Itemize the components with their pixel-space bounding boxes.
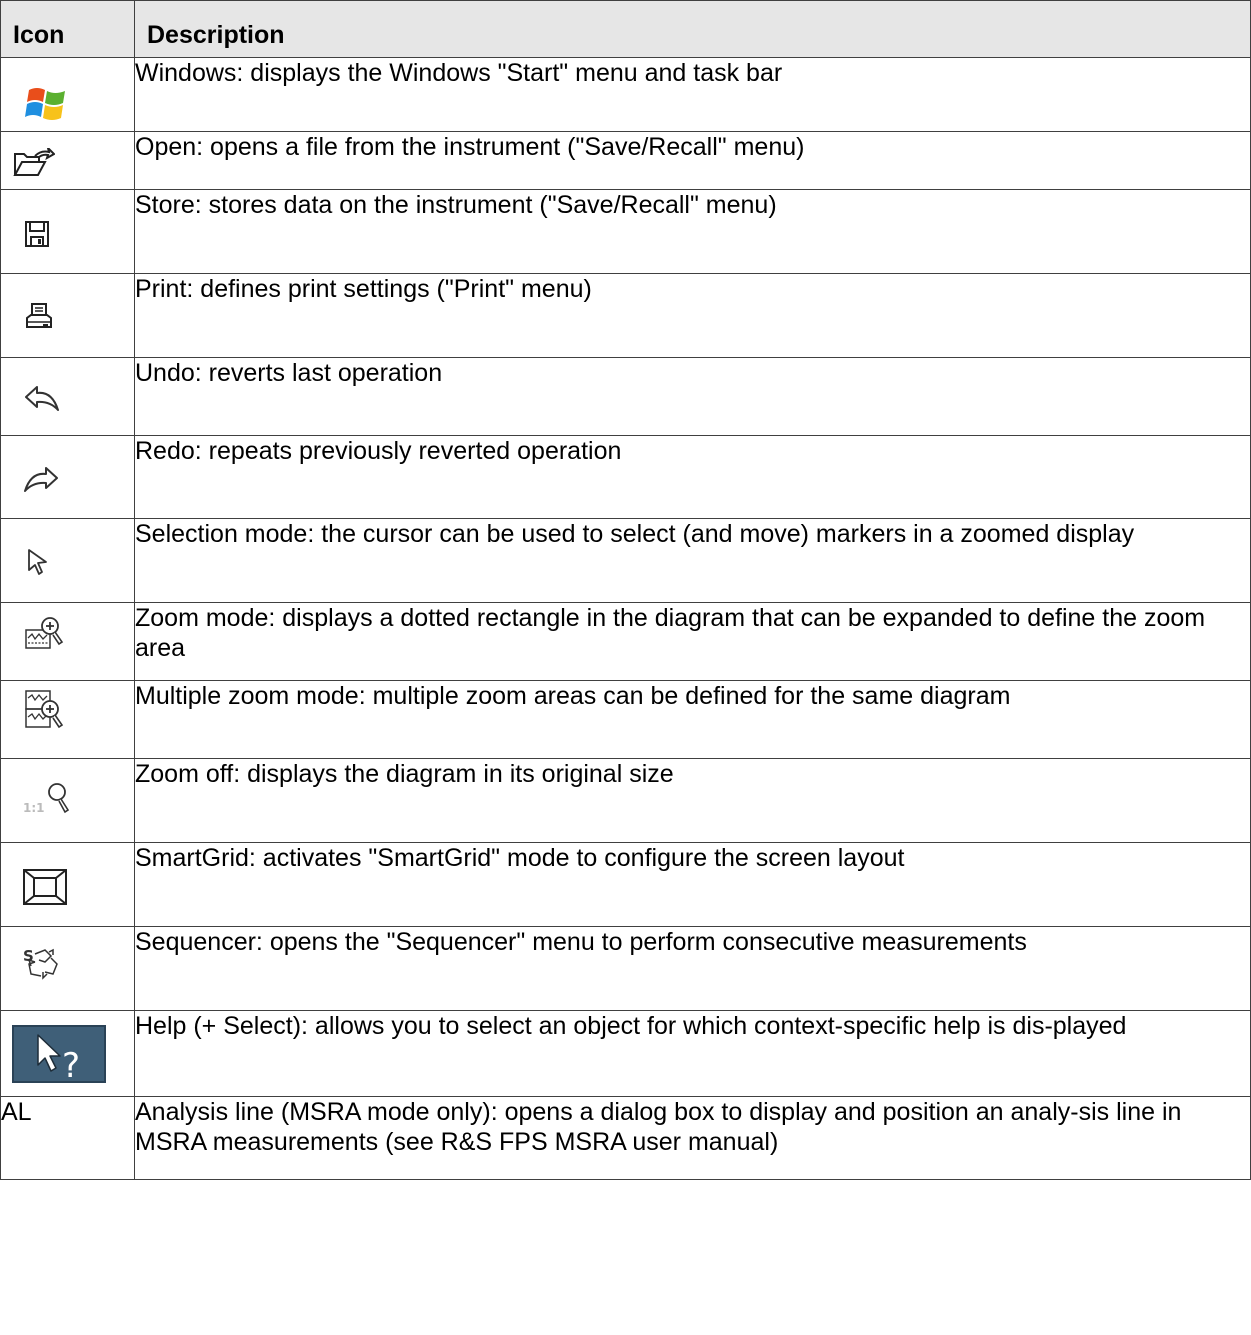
- table-row: ? Help (+ Select): allows you to select …: [0, 1010, 1251, 1097]
- open-folder-icon: [13, 148, 55, 178]
- help-select-icon: ?: [12, 1025, 106, 1083]
- icon-description-table: Icon Description Windows: displays the W…: [0, 0, 1251, 1180]
- row-description: Store: stores data on the instrument ("S…: [134, 189, 1251, 274]
- windows-logo-icon: [25, 82, 69, 126]
- icon-cell: [0, 518, 135, 603]
- row-description: SmartGrid: activates "SmartGrid" mode to…: [134, 842, 1251, 927]
- table-row: Zoom mode: displays a dotted rectangle i…: [0, 602, 1251, 681]
- icon-cell: 1:1: [0, 758, 135, 843]
- zoom-mode-icon: [25, 616, 65, 652]
- icon-cell: ?: [0, 1010, 135, 1097]
- icon-cell: [0, 680, 135, 759]
- icon-cell: [0, 189, 135, 274]
- table-row: Multiple zoom mode: multiple zoom areas …: [0, 680, 1251, 759]
- help-question-mark: ?: [62, 1046, 80, 1083]
- row-description: Analysis line (MSRA mode only): opens a …: [134, 1096, 1251, 1180]
- sequencer-icon: S: [23, 946, 63, 982]
- column-header-icon: Icon: [0, 0, 135, 58]
- table-row: Undo: reverts last operation: [0, 357, 1251, 436]
- zoom-ratio-text: 1:1: [23, 801, 45, 815]
- table-row: SmartGrid: activates "SmartGrid" mode to…: [0, 842, 1251, 927]
- undo-arrow-icon: [24, 386, 60, 412]
- row-description: Zoom mode: displays a dotted rectangle i…: [134, 602, 1251, 681]
- multiple-zoom-icon: [25, 687, 65, 733]
- row-description: Help (+ Select): allows you to select an…: [134, 1010, 1251, 1097]
- column-header-description: Description: [134, 0, 1251, 58]
- table-row: Windows: displays the Windows "Start" me…: [0, 57, 1251, 132]
- table-row: AL Analysis line (MSRA mode only): opens…: [0, 1096, 1251, 1180]
- row-description: Undo: reverts last operation: [134, 357, 1251, 436]
- row-description: Selection mode: the cursor can be used t…: [134, 518, 1251, 603]
- row-description: Windows: displays the Windows "Start" me…: [134, 57, 1251, 132]
- printer-icon: [25, 303, 53, 329]
- icon-cell: [0, 273, 135, 358]
- table-row: Selection mode: the cursor can be used t…: [0, 518, 1251, 603]
- icon-cell: [0, 602, 135, 681]
- table-row: Redo: repeats previously reverted operat…: [0, 435, 1251, 519]
- table-row: Store: stores data on the instrument ("S…: [0, 189, 1251, 274]
- icon-label-cell: AL: [0, 1096, 135, 1180]
- row-description: Print: defines print settings ("Print" m…: [134, 273, 1251, 358]
- cursor-arrow-icon: [27, 548, 49, 576]
- table-row: S Sequencer: opens the "Sequencer" menu …: [0, 926, 1251, 1011]
- table-row: 1:1 Zoom off: displays the diagram in it…: [0, 758, 1251, 843]
- row-description: Multiple zoom mode: multiple zoom areas …: [134, 680, 1251, 759]
- table-header-row: Icon Description: [0, 0, 1251, 58]
- icon-cell: [0, 357, 135, 436]
- icon-cell: [0, 57, 135, 132]
- zoom-off-icon: 1:1: [23, 781, 73, 821]
- row-description: Redo: repeats previously reverted operat…: [134, 435, 1251, 519]
- icon-cell: [0, 435, 135, 519]
- redo-arrow-icon: [23, 467, 59, 493]
- icon-cell: S: [0, 926, 135, 1011]
- table-row: Open: opens a file from the instrument (…: [0, 131, 1251, 190]
- icon-cell: [0, 842, 135, 927]
- table-row: Print: defines print settings ("Print" m…: [0, 273, 1251, 358]
- row-description: Open: opens a file from the instrument (…: [134, 131, 1251, 190]
- row-description: Sequencer: opens the "Sequencer" menu to…: [134, 926, 1251, 1011]
- floppy-disk-icon: [25, 221, 49, 247]
- row-description: Zoom off: displays the diagram in its or…: [134, 758, 1251, 843]
- smartgrid-icon: [23, 869, 67, 905]
- icon-cell: [0, 131, 135, 190]
